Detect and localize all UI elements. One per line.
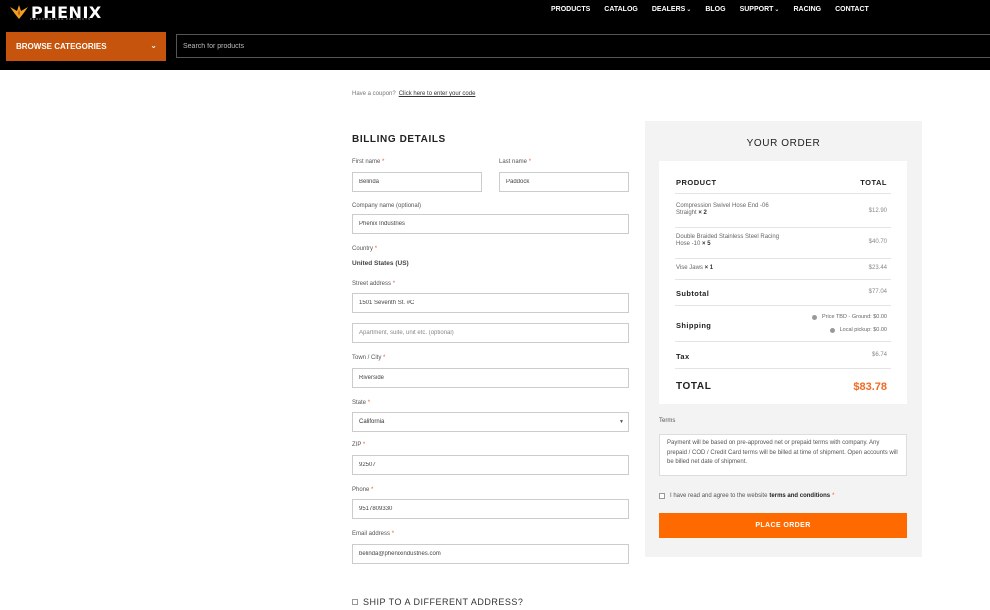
terms-link[interactable]: terms and conditions — [769, 493, 830, 499]
tax-value: $6.74 — [871, 352, 887, 358]
item-name: Vise Jaws × 1 — [676, 265, 714, 271]
company-field[interactable] — [352, 214, 629, 234]
ship-different-toggle[interactable]: SHIP TO A DIFFERENT ADDRESS? — [352, 597, 523, 607]
nav-blog[interactable]: BLOG — [705, 6, 725, 13]
terms-checkbox[interactable] — [659, 493, 665, 499]
chevron-down-icon: ⌄ — [774, 7, 780, 13]
divider — [675, 258, 891, 259]
ship-different-label: SHIP TO A DIFFERENT ADDRESS? — [363, 597, 524, 607]
agree-text: I have read and agree to the website — [670, 493, 768, 499]
company-label: Company name (optional) — [352, 203, 422, 209]
coupon-notice: Have a coupon? Click here to enter your c… — [352, 91, 475, 97]
nav-support[interactable]: SUPPORT⌄ — [740, 6, 780, 13]
radio-selected-icon[interactable] — [811, 314, 817, 320]
col-product: PRODUCT — [676, 178, 717, 187]
nav-contact[interactable]: CONTACT — [835, 6, 869, 13]
divider — [675, 227, 891, 228]
browse-categories-button[interactable]: BROWSE CATEGORIES ⌄ — [6, 32, 166, 61]
top-header: PHENIX PERFORMANCE PRODUCTS PRODUCTS CAT… — [0, 0, 990, 70]
total-label: TOTAL — [676, 381, 712, 392]
order-title: YOUR ORDER — [746, 138, 821, 149]
country-label: Country * — [352, 246, 378, 252]
first-name-field[interactable] — [352, 172, 482, 192]
shipping-option-pickup[interactable]: Local pickup: $0.00 — [829, 327, 887, 333]
email-field[interactable] — [352, 544, 629, 564]
street-field[interactable] — [352, 293, 629, 313]
col-total: TOTAL — [860, 178, 887, 187]
item-name: Double Braided Stainless Steel Racing Ho… — [676, 234, 780, 247]
shipping-option-ground[interactable]: Price TBD - Ground: $0.00 — [811, 314, 887, 320]
subtotal-value: $77.04 — [868, 289, 887, 295]
terms-label: Terms — [659, 418, 676, 424]
nav-catalog[interactable]: CATALOG — [604, 6, 638, 13]
street2-field[interactable] — [352, 323, 629, 343]
phone-label: Phone * — [352, 487, 374, 493]
item-price: $40.70 — [868, 239, 887, 245]
last-name-field[interactable] — [499, 172, 629, 192]
shipping-label: Shipping — [676, 321, 712, 330]
item-price: $12.90 — [868, 208, 887, 214]
divider — [675, 341, 891, 342]
street-label: Street address * — [352, 281, 396, 287]
nav-dealers[interactable]: DEALERS⌄ — [652, 6, 691, 13]
city-field[interactable] — [352, 368, 629, 388]
subtotal-label: Subtotal — [676, 289, 710, 298]
country-value: United States (US) — [352, 260, 409, 267]
nav-products[interactable]: PRODUCTS — [551, 6, 590, 13]
terms-agree[interactable]: I have read and agree to the website ter… — [659, 493, 834, 499]
item-price: $23.44 — [868, 265, 887, 271]
place-order-button[interactable]: PLACE ORDER — [659, 513, 907, 538]
last-name-label: Last name * — [499, 159, 532, 165]
email-label: Email address * — [352, 531, 395, 537]
zip-field[interactable] — [352, 455, 629, 475]
main-nav: PRODUCTS CATALOG DEALERS⌄ BLOG SUPPORT⌄ … — [551, 6, 883, 13]
state-select[interactable]: California ▼ — [352, 412, 629, 432]
logo-tagline: PERFORMANCE PRODUCTS — [30, 17, 92, 21]
divider — [675, 193, 891, 194]
nav-racing[interactable]: RACING — [793, 6, 821, 13]
zip-label: ZIP * — [352, 442, 366, 448]
order-table: PRODUCT TOTAL Compression Swivel Hose En… — [659, 161, 907, 404]
order-review-panel: YOUR ORDER PRODUCT TOTAL Compression Swi… — [645, 121, 922, 557]
coupon-text: Have a coupon? — [352, 91, 396, 97]
state-value: California — [359, 419, 385, 425]
phoenix-logo-icon — [8, 3, 30, 21]
chevron-down-icon: ⌄ — [686, 7, 692, 13]
ship-different-checkbox[interactable] — [352, 599, 358, 605]
state-label: State * — [352, 400, 371, 406]
search-input[interactable] — [176, 34, 990, 58]
billing-title: BILLING DETAILS — [352, 134, 446, 145]
divider — [675, 368, 891, 369]
divider — [675, 279, 891, 280]
item-name: Compression Swivel Hose End -06 Straight… — [676, 203, 769, 216]
city-label: Town / City * — [352, 355, 386, 361]
divider — [675, 305, 891, 306]
chevron-down-icon: ⌄ — [150, 41, 157, 50]
phone-field[interactable] — [352, 499, 629, 519]
terms-text: Payment will be based on pre-approved ne… — [659, 434, 907, 476]
coupon-link[interactable]: Click here to enter your code — [399, 91, 476, 97]
tax-label: Tax — [676, 352, 690, 361]
required-mark: * — [832, 493, 835, 499]
chevron-down-icon: ▼ — [619, 419, 624, 425]
browse-categories-label: BROWSE CATEGORIES — [16, 42, 107, 51]
first-name-label: First name * — [352, 159, 385, 165]
radio-icon[interactable] — [829, 327, 835, 333]
total-value: $83.78 — [853, 381, 887, 393]
